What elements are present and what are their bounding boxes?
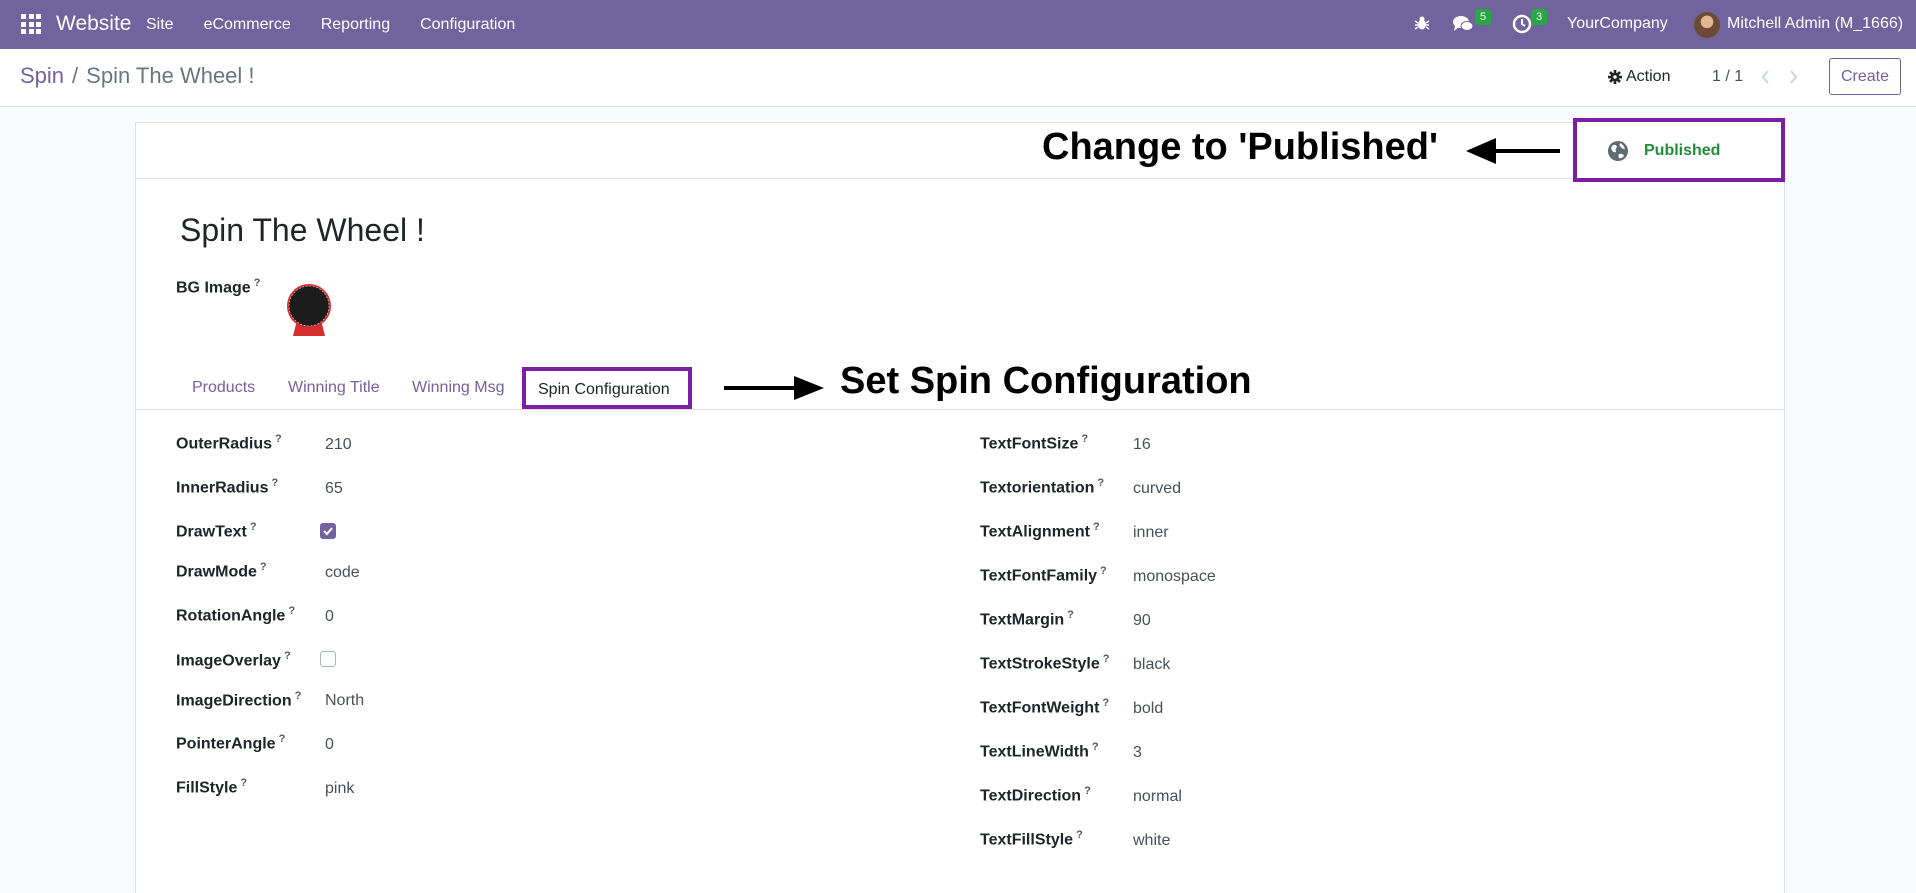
field-value-text-font-family[interactable]: monospace: [1133, 568, 1216, 586]
field-label-text-orientation: Textorientation?: [980, 477, 1105, 497]
field-label-rotation-angle: RotationAngle?: [176, 605, 296, 625]
field-label-text-direction: TextDirection?: [980, 785, 1091, 805]
field-label-draw-text: DrawText?: [176, 521, 257, 541]
field-label-pointer-angle: PointerAngle?: [176, 733, 286, 753]
field-value-draw-mode[interactable]: code: [325, 564, 360, 582]
field-label-text-font-weight: TextFontWeight?: [980, 697, 1110, 717]
field-value-text-direction[interactable]: normal: [1133, 788, 1182, 806]
bug-icon[interactable]: [1414, 15, 1430, 31]
activity-badge: 3: [1531, 9, 1548, 25]
field-label-text-font-size: TextFontSize?: [980, 433, 1089, 453]
chevron-left-icon[interactable]: [1759, 68, 1773, 86]
globe-icon: [1608, 141, 1628, 161]
field-label-image-direction: ImageDirection?: [176, 690, 302, 710]
image-overlay-checkbox[interactable]: [320, 651, 336, 667]
control-panel: Spin / Spin The Wheel ! Action 1 / 1 Creat…: [0, 49, 1916, 107]
action-button[interactable]: Action: [1608, 68, 1670, 86]
field-value-text-margin[interactable]: 90: [1133, 612, 1151, 630]
action-label: Action: [1626, 68, 1671, 85]
activity-clock-icon[interactable]: [1512, 14, 1532, 34]
menu-item-configuration[interactable]: Configuration: [420, 16, 515, 34]
field-label-fill-style: FillStyle?: [176, 777, 248, 797]
pager-value[interactable]: 1 / 1: [1712, 68, 1743, 86]
top-navbar: Website Site eCommerce Reporting Configu…: [0, 0, 1916, 49]
create-button[interactable]: Create: [1829, 58, 1901, 95]
arrow-left-icon: [1466, 138, 1560, 164]
field-value-text-font-weight[interactable]: bold: [1133, 700, 1163, 718]
field-label-text-stroke-style: TextStrokeStyle?: [980, 653, 1110, 673]
tab-winning-title[interactable]: Winning Title: [288, 379, 380, 397]
published-label: Published: [1644, 142, 1721, 159]
check-icon: [323, 527, 333, 536]
bg-image-label: BG Image?: [176, 277, 261, 297]
published-toggle-button[interactable]: Published: [1573, 118, 1785, 182]
bg-image-thumbnail[interactable]: [283, 282, 335, 338]
apps-grid-icon[interactable]: [21, 14, 41, 34]
breadcrumb: Spin / Spin The Wheel !: [20, 63, 255, 89]
tab-spin-configuration[interactable]: Spin Configuration: [522, 367, 692, 409]
main-menu: Site eCommerce Reporting Configuration: [146, 0, 545, 49]
field-value-inner-radius[interactable]: 65: [325, 480, 343, 498]
user-avatar[interactable]: [1694, 12, 1720, 38]
field-label-text-margin: TextMargin?: [980, 609, 1074, 629]
annotation-published: Change to 'Published': [1042, 126, 1450, 169]
field-value-fill-style[interactable]: pink: [325, 780, 354, 798]
help-icon: ?: [253, 277, 261, 289]
breadcrumb-parent[interactable]: Spin: [20, 63, 64, 88]
tab-spin-configuration-label: Spin Configuration: [538, 381, 670, 398]
tab-products[interactable]: Products: [192, 379, 255, 397]
record-title[interactable]: Spin The Wheel !: [180, 212, 425, 249]
company-switcher[interactable]: YourCompany: [1567, 15, 1668, 33]
chat-icon[interactable]: [1452, 14, 1474, 34]
field-value-image-direction[interactable]: North: [325, 692, 364, 710]
field-label-inner-radius: InnerRadius?: [176, 477, 279, 497]
menu-item-ecommerce[interactable]: eCommerce: [204, 16, 291, 34]
breadcrumb-current: Spin The Wheel !: [86, 63, 255, 88]
field-label-text-font-family: TextFontFamily?: [980, 565, 1107, 585]
field-label-outer-radius: OuterRadius?: [176, 433, 282, 453]
field-value-text-font-size[interactable]: 16: [1133, 436, 1151, 454]
user-menu[interactable]: Mitchell Admin (M_1666): [1727, 15, 1903, 33]
menu-item-site[interactable]: Site: [146, 16, 174, 34]
field-value-pointer-angle[interactable]: 0: [325, 736, 334, 754]
field-label-text-fill-style: TextFillStyle?: [980, 829, 1083, 849]
field-value-text-orientation[interactable]: curved: [1133, 480, 1181, 498]
field-value-text-line-width[interactable]: 3: [1133, 744, 1142, 762]
field-label-text-alignment: TextAlignment?: [980, 521, 1100, 541]
field-value-text-alignment[interactable]: inner: [1133, 524, 1169, 542]
chevron-right-icon[interactable]: [1786, 68, 1800, 86]
menu-item-reporting[interactable]: Reporting: [321, 16, 390, 34]
field-label-draw-mode: DrawMode?: [176, 561, 267, 581]
breadcrumb-separator: /: [72, 63, 79, 88]
tab-winning-msg[interactable]: Winning Msg: [412, 379, 504, 397]
gear-icon: [1608, 70, 1622, 84]
chat-badge: 5: [1475, 9, 1492, 25]
field-value-rotation-angle[interactable]: 0: [325, 608, 334, 626]
app-brand[interactable]: Website: [56, 12, 131, 36]
draw-text-checkbox[interactable]: [320, 523, 336, 539]
field-label-image-overlay: ImageOverlay?: [176, 650, 291, 670]
field-value-outer-radius[interactable]: 210: [325, 436, 352, 454]
field-label-text-line-width: TextLineWidth?: [980, 741, 1099, 761]
annotation-spin-configuration: Set Spin Configuration: [840, 360, 1272, 403]
arrow-right-icon: [724, 376, 824, 400]
field-value-text-stroke-style[interactable]: black: [1133, 656, 1170, 674]
field-value-text-fill-style[interactable]: white: [1133, 832, 1170, 850]
